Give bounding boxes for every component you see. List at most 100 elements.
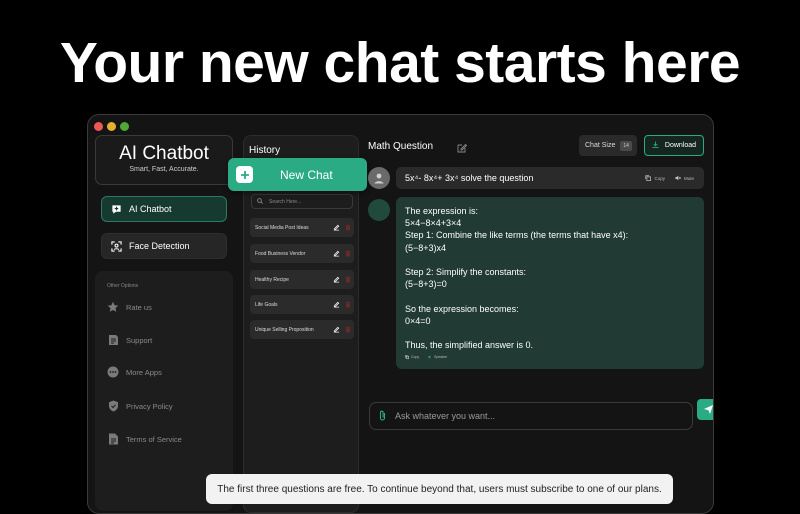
answer-line: (5−8+3)=0: [405, 279, 447, 290]
document-icon: [107, 433, 119, 445]
nav-label: AI Chatbot: [129, 204, 172, 214]
other-options-title: Other Options: [107, 283, 139, 289]
answer-line: Thus, the simplified answer is 0.: [405, 340, 534, 351]
more-icon: [107, 366, 119, 378]
answer-line: Step 1: Combine the like terms (the term…: [405, 230, 629, 241]
user-avatar: [368, 167, 390, 189]
nav-label: Face Detection: [129, 241, 190, 251]
history-item-label: Social Media Post Ideas: [255, 224, 309, 231]
trash-icon[interactable]: [342, 276, 354, 283]
plus-icon: [236, 166, 253, 183]
support-label: Support: [126, 335, 153, 345]
history-item-label: Healthy Recipe: [255, 276, 289, 283]
minimize-window-button[interactable]: [107, 122, 116, 131]
edit-icon[interactable]: [330, 224, 342, 231]
search-placeholder: Search Here...: [269, 198, 302, 205]
chat-input-placeholder: Ask whatever you want...: [395, 411, 496, 421]
answer-line-spacer: [405, 290, 695, 302]
download-button[interactable]: Download: [644, 135, 704, 156]
history-item-label: Food Business Vendor: [255, 250, 306, 257]
mute-button[interactable]: Mute: [675, 175, 694, 181]
copy-label: Copy: [654, 175, 665, 181]
app-title: AI Chatbot: [119, 143, 209, 164]
page-headline: Your new chat starts here: [59, 31, 741, 95]
terms-label: Terms of Service: [126, 434, 182, 444]
copy-icon: [645, 175, 652, 181]
answer-line: 5×4−8×4+3×4: [405, 218, 462, 229]
answer-actions: Copy Speaker: [405, 351, 447, 363]
send-button[interactable]: [697, 399, 713, 420]
history-item[interactable]: Unique Selling Proposition: [250, 320, 354, 339]
answer-line: So the expression becomes:: [405, 303, 519, 314]
trash-icon[interactable]: [342, 250, 354, 257]
shield-icon: [107, 400, 119, 412]
history-item[interactable]: Social Media Post Ideas: [250, 218, 354, 237]
chat-size-value: 14: [620, 140, 632, 151]
mute-label: Mute: [683, 175, 694, 181]
answer-line-spacer: [405, 254, 695, 266]
chat-size-indicator[interactable]: Chat Size 14: [579, 135, 637, 156]
history-item-label: Unique Selling Proposition: [255, 326, 314, 333]
trash-icon[interactable]: [342, 326, 354, 333]
speaker-mute-icon: [675, 175, 681, 181]
edit-icon[interactable]: [330, 250, 342, 257]
support-item[interactable]: Support: [107, 334, 152, 346]
new-chat-button[interactable]: New Chat: [228, 158, 367, 191]
history-item-label: Life Goals: [255, 301, 278, 308]
attachment-icon[interactable]: [379, 410, 386, 423]
more-apps-label: More Apps: [126, 367, 162, 377]
nav-ai-chatbot[interactable]: AI Chatbot: [101, 196, 227, 222]
question-text: 5x⁴- 8x⁴+ 3x⁴ solve the question: [405, 173, 534, 183]
rate-us-label: Rate us: [126, 302, 152, 312]
edit-icon[interactable]: [330, 276, 342, 283]
history-item[interactable]: Life Goals: [250, 295, 354, 314]
history-title: History: [249, 145, 281, 156]
answer-line-spacer: [405, 327, 695, 339]
edit-icon[interactable]: [330, 301, 342, 308]
answer-line: 0×4=0: [405, 315, 431, 326]
more-apps-item[interactable]: More Apps: [107, 366, 162, 378]
chat-title: Math Question: [368, 141, 434, 152]
speaker-label: Speaker: [434, 354, 448, 359]
app-window: AI Chatbot Smart, Fast, Accurate. AI Cha…: [87, 114, 714, 514]
copy-answer-button[interactable]: Copy: [405, 351, 419, 363]
trash-icon[interactable]: [342, 301, 354, 308]
privacy-policy-label: Privacy Policy: [126, 401, 173, 411]
speaker-icon: [428, 355, 431, 359]
answer-line: The expression is:: [405, 206, 479, 216]
app-tagline: Smart, Fast, Accurate.: [129, 166, 199, 173]
edit-icon[interactable]: [330, 326, 342, 333]
download-label: Download: [664, 142, 697, 149]
history-item[interactable]: Food Business Vendor: [250, 244, 354, 263]
bot-avatar: [368, 199, 390, 221]
face-scan-icon: [110, 240, 122, 252]
history-item[interactable]: Healthy Recipe: [250, 270, 354, 289]
copy-question-button[interactable]: Copy: [645, 175, 665, 181]
support-icon: [107, 334, 119, 346]
answer-message: The expression is: 5×4−8×4+3×4 Step 1: C…: [396, 197, 704, 369]
send-icon: [703, 405, 713, 414]
terms-item[interactable]: Terms of Service: [107, 433, 182, 445]
edit-title-icon[interactable]: [457, 140, 468, 158]
window-controls: [94, 122, 129, 131]
chat-plus-icon: [110, 203, 122, 215]
question-message: 5x⁴- 8x⁴+ 3x⁴ solve the question Copy Mu…: [396, 167, 704, 189]
close-window-button[interactable]: [94, 122, 103, 131]
chat-size-label: Chat Size: [585, 142, 616, 149]
chat-input[interactable]: Ask whatever you want...: [369, 402, 693, 430]
answer-line: Step 2: Simplify the constants:: [405, 267, 527, 277]
rate-us-item[interactable]: Rate us: [107, 301, 152, 313]
history-panel: History Search Here... Social Media Post…: [243, 135, 359, 513]
download-icon: [652, 141, 659, 150]
new-chat-label: New Chat: [280, 167, 333, 182]
speaker-button[interactable]: Speaker: [428, 351, 447, 363]
answer-line: (5−8+3)x4: [405, 242, 447, 253]
brand-card: AI Chatbot Smart, Fast, Accurate.: [95, 135, 233, 185]
privacy-policy-item[interactable]: Privacy Policy: [107, 400, 173, 412]
star-icon: [107, 301, 119, 313]
nav-face-detection[interactable]: Face Detection: [101, 233, 227, 259]
trash-icon[interactable]: [342, 224, 354, 231]
search-icon: [257, 197, 263, 206]
maximize-window-button[interactable]: [120, 122, 129, 131]
history-search-input[interactable]: Search Here...: [251, 194, 353, 209]
